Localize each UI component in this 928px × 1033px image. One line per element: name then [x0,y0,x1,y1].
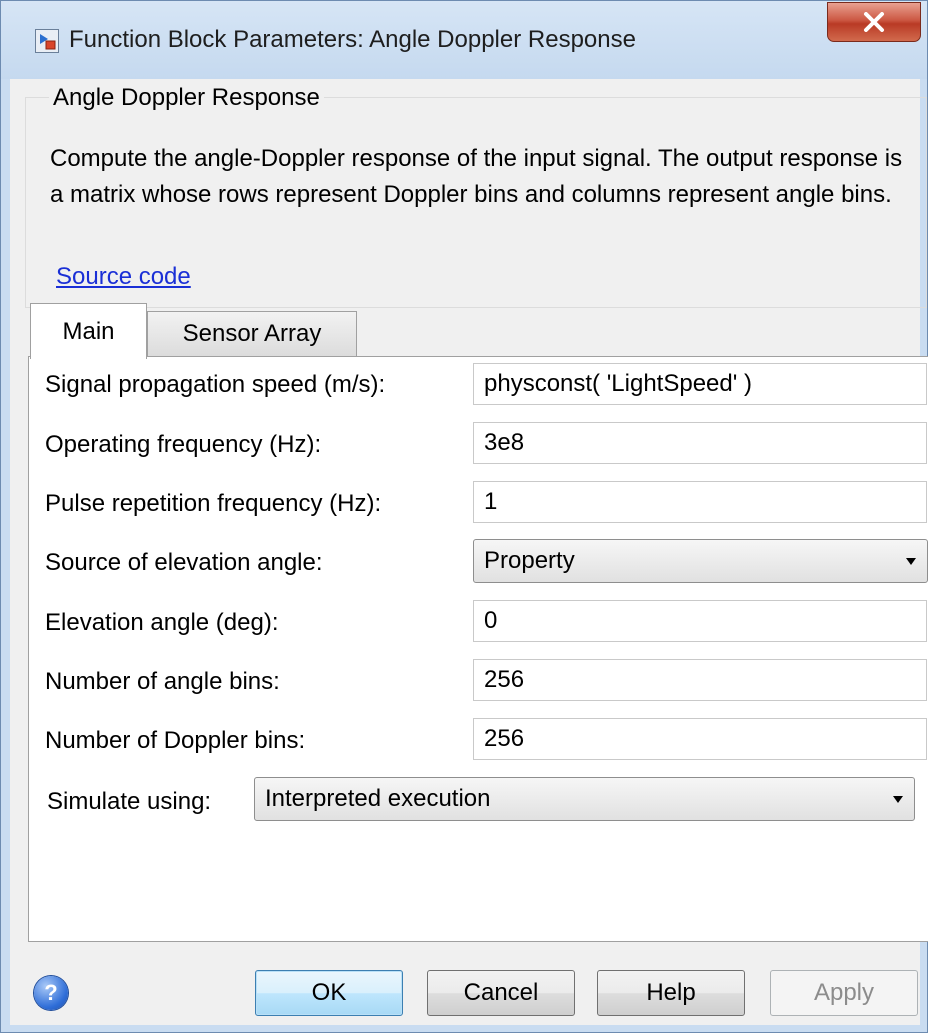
chevron-down-icon [906,558,916,565]
dialog-client-area: Angle Doppler Response Compute the angle… [10,79,928,1025]
cancel-button[interactable]: Cancel [427,970,575,1016]
elevation-source-value: Property [484,547,575,574]
help-icon[interactable]: ? [34,976,68,1010]
tab-main[interactable]: Main [30,303,147,359]
window-title: Function Block Parameters: Angle Doppler… [69,26,636,53]
close-button[interactable] [827,2,921,42]
simulink-block-icon [35,29,59,53]
elevation-source-label: Source of elevation angle: [45,549,323,576]
dialog-window: Function Block Parameters: Angle Doppler… [0,0,928,1033]
close-icon [864,12,884,32]
prf-field[interactable] [473,481,927,523]
chevron-down-icon [893,796,903,803]
frequency-field[interactable] [473,422,927,464]
tab-sensor-array[interactable]: Sensor Array [147,311,357,357]
elevation-field[interactable] [473,600,927,642]
description-group: Angle Doppler Response Compute the angle… [25,84,927,308]
speed-field[interactable] [473,363,927,405]
apply-button[interactable]: Apply [770,970,918,1016]
help-button[interactable]: Help [597,970,745,1016]
group-title: Angle Doppler Response [49,84,324,112]
title-bar[interactable]: Function Block Parameters: Angle Doppler… [1,1,927,79]
ok-button[interactable]: OK [255,970,403,1016]
angle-bins-label: Number of angle bins: [45,668,280,695]
simulate-label: Simulate using: [47,788,212,815]
speed-label: Signal propagation speed (m/s): [45,371,386,398]
button-bar: ? OK Cancel Help Apply [10,951,920,1025]
simulate-value: Interpreted execution [265,785,491,812]
angle-bins-field[interactable] [473,659,927,701]
main-tab-panel: Signal propagation speed (m/s): Operatin… [28,356,928,942]
doppler-bins-field[interactable] [473,718,927,760]
source-code-link[interactable]: Source code [56,263,191,291]
prf-label: Pulse repetition frequency (Hz): [45,490,382,517]
block-description: Compute the angle-Doppler response of th… [50,145,903,208]
simulate-select[interactable]: Interpreted execution [254,777,915,821]
elevation-source-select[interactable]: Property [473,539,928,583]
frequency-label: Operating frequency (Hz): [45,431,322,458]
doppler-bins-label: Number of Doppler bins: [45,727,306,754]
elevation-label: Elevation angle (deg): [45,609,279,636]
